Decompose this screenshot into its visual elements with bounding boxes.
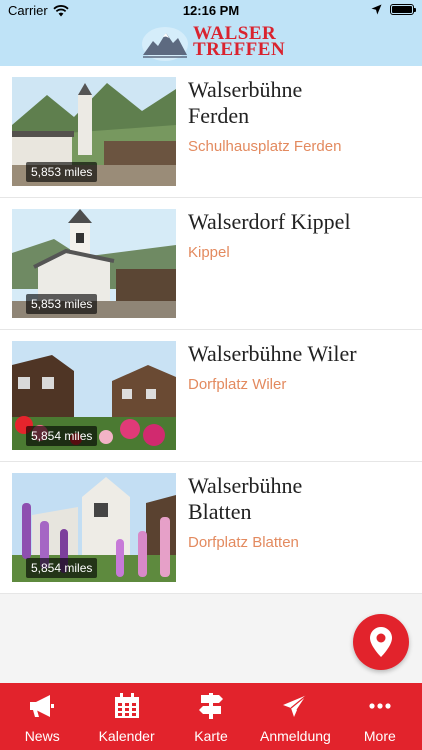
tab-more[interactable]: More: [338, 683, 422, 750]
tab-label: Kalender: [98, 728, 155, 744]
battery-icon: [390, 4, 416, 15]
distance-badge: 5,853 miles: [26, 294, 98, 314]
map-button[interactable]: [353, 614, 409, 670]
event-title: Walserdorf Kippel: [188, 209, 412, 235]
map-pin-icon: [370, 627, 392, 657]
event-thumbnail: 5,853 miles: [12, 209, 176, 318]
tab-karte[interactable]: Karte: [169, 683, 253, 750]
list-item[interactable]: 5,854 miles Walserbühne Blatten Dorfplat…: [0, 462, 422, 594]
distance-badge: 5,854 miles: [26, 426, 98, 446]
logo-text-line2: TREFFEN: [193, 39, 286, 60]
list-item[interactable]: 5,854 miles Walserbühne Wiler Dorfplatz …: [0, 330, 422, 462]
megaphone-icon: [30, 695, 55, 717]
event-title-line1: Walserbühne: [188, 473, 303, 498]
status-time: 12:16 PM: [182, 3, 240, 18]
more-dots-icon: [369, 703, 391, 709]
signpost-icon: [199, 693, 224, 719]
event-title: Walserbühne Blatten: [188, 473, 412, 525]
status-right: [371, 4, 416, 15]
event-title-line1: Walserbühne Wiler: [188, 341, 357, 366]
event-title: Walserbühne Ferden: [188, 77, 412, 129]
tab-label: News: [24, 728, 60, 744]
walser-treffen-logo: WALSER TREFFEN: [140, 24, 286, 62]
event-list: 5,853 miles Walserbühne Ferden Schulhaus…: [0, 66, 422, 594]
calendar-icon: [114, 693, 139, 718]
tab-kalender[interactable]: Kalender: [84, 683, 168, 750]
event-thumbnail: 5,854 miles: [12, 341, 176, 450]
event-location: Dorfplatz Blatten: [188, 534, 299, 551]
distance-badge: 5,853 miles: [26, 162, 98, 182]
event-location: Dorfplatz Wiler: [188, 376, 287, 393]
event-thumbnail: 5,853 miles: [12, 77, 176, 186]
top-bar: Carrier 12:16 PM WALSER TREFFEN: [0, 0, 422, 66]
distance-badge: 5,854 miles: [26, 558, 98, 578]
paper-plane-icon: [283, 694, 308, 717]
location-arrow-icon: [371, 4, 382, 15]
event-title-line2: Blatten: [188, 499, 252, 524]
event-title: Walserbühne Wiler: [188, 341, 412, 367]
event-title-line1: Walserdorf Kippel: [188, 209, 351, 234]
event-location: Kippel: [188, 244, 230, 261]
tab-news[interactable]: News: [0, 683, 84, 750]
event-thumbnail: 5,854 miles: [12, 473, 176, 582]
event-title-line2: Ferden: [188, 103, 250, 128]
list-item[interactable]: 5,853 miles Walserbühne Ferden Schulhaus…: [0, 66, 422, 198]
tab-bar: News Kalender Karte Anmeldung More: [0, 683, 422, 750]
event-title-line1: Walserbühne: [188, 77, 303, 102]
event-location: Schulhausplatz Ferden: [188, 138, 342, 155]
status-bar: Carrier 12:16 PM: [0, 0, 422, 22]
list-item[interactable]: 5,853 miles Walserdorf Kippel Kippel: [0, 198, 422, 330]
tab-label: Karte: [194, 728, 228, 744]
tab-label: More: [363, 728, 396, 744]
tab-label: Anmeldung: [260, 728, 331, 744]
tab-anmeldung[interactable]: Anmeldung: [253, 683, 337, 750]
mountain-logo-icon: [142, 27, 188, 61]
